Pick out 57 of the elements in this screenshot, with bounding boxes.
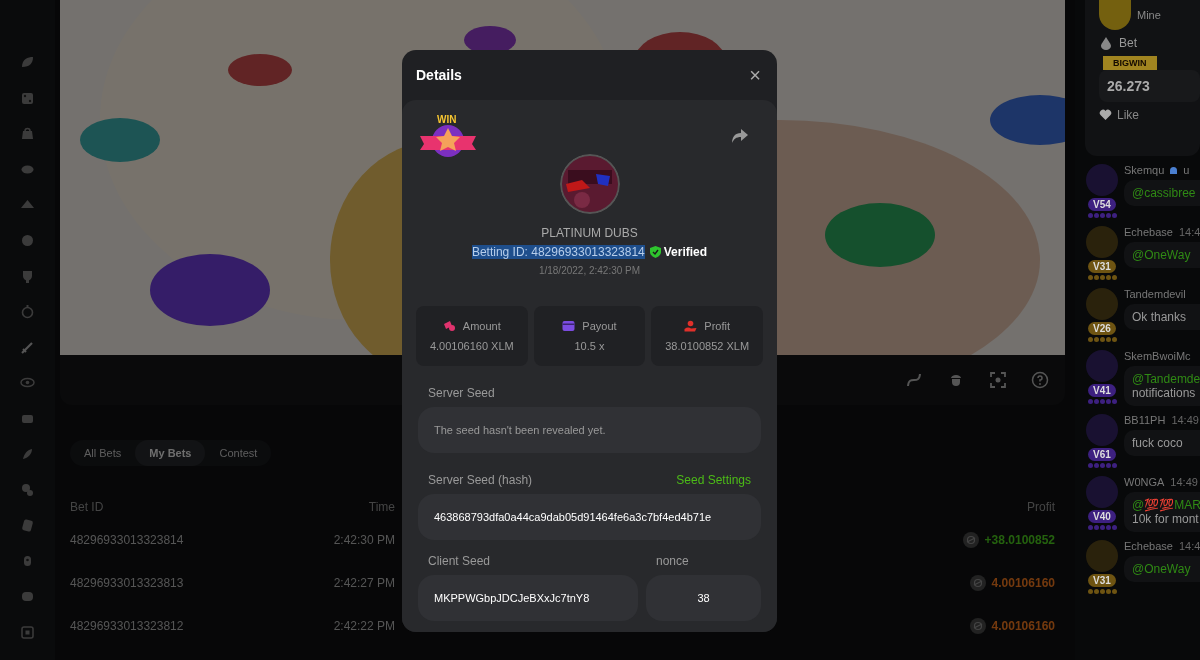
table-cell: 4.00106160 [991,575,1055,590]
level-badge: V54 [1088,198,1116,211]
message-text: Ok thanks [1132,310,1188,324]
bigwin-banner: BIGWIN [1103,56,1157,70]
level-badge: V41 [1088,384,1116,397]
mention-link[interactable]: @OneWay [1132,562,1193,576]
table-cell: 2:42:30 PM [333,532,395,547]
mention-link[interactable]: @OneWay [1132,248,1193,262]
username: Tandemdevil [1124,288,1186,300]
seed-field: The seed hasn't been revealed yet. [418,407,761,453]
like-button[interactable]: Like [1099,108,1200,122]
message-time: 14:4 [1178,540,1200,552]
username: Echebase [1124,226,1173,238]
field-label: nonce [656,554,689,568]
mention-link[interactable]: @cassibree [1132,186,1196,200]
field-label: Server Seed [428,386,495,400]
field-label: Client Seed [428,554,491,568]
card-subtitle: Mine [1137,9,1161,21]
input-field[interactable]: 38 [646,575,761,621]
tab[interactable]: Contest [205,440,272,466]
level-badge: V61 [1088,448,1116,461]
username: Echebase [1124,540,1173,552]
user-tag: u [1183,164,1190,176]
bet-label: Bet [1119,36,1137,50]
mention-link[interactable]: @💯💯MAR [1132,498,1200,512]
level-badge: V31 [1088,574,1116,587]
input-field[interactable]: MKPPWGbpJDCJeBXxJc7tnY8 [418,575,638,621]
level-badge: V40 [1088,510,1116,523]
column-header: Time [368,500,395,514]
tab[interactable]: All Bets [70,440,136,466]
input-field[interactable]: 463868793dfa0a44ca9dab05d91464fe6a3c7bf4ed4b71e [418,494,761,540]
column-header: Bet ID [70,500,105,514]
table-cell-text: 48296933013323812 [70,618,185,633]
level-badge: V31 [1088,260,1116,273]
message-text: notifications [1132,386,1197,400]
username: SkemBwoiMc [1124,350,1191,362]
table-cell: +38.0100852 [984,532,1055,547]
message-time: 14:49 [1171,414,1199,426]
level-badge: V26 [1088,322,1116,335]
win-amount: 26.273 [1099,70,1200,102]
table-cell: 2:42:22 PM [333,618,395,633]
message-text: fuck coco [1132,436,1184,450]
table-cell-text: 48296933013323814 [70,532,185,547]
table-cell: 2:42:27 PM [333,575,395,590]
message-time: 14:49 [1170,476,1198,488]
message-text: 10k for mont [1132,512,1200,526]
table-cell-text: 48296933013323813 [70,575,185,590]
username: Skemqu [1124,164,1165,176]
tab[interactable]: My Bets [135,440,206,466]
seed-settings-link[interactable]: Seed Settings [676,473,751,487]
mention-link[interactable]: @Tandemde [1132,372,1200,386]
table-cell: 4.00106160 [991,618,1055,633]
column-header: Profit [1027,500,1055,514]
field-label: Server Seed (hash) [428,473,533,487]
username: BB11PH [1124,414,1166,426]
message-time: 14:4 [1178,226,1200,238]
username: W0NGA [1124,476,1165,488]
